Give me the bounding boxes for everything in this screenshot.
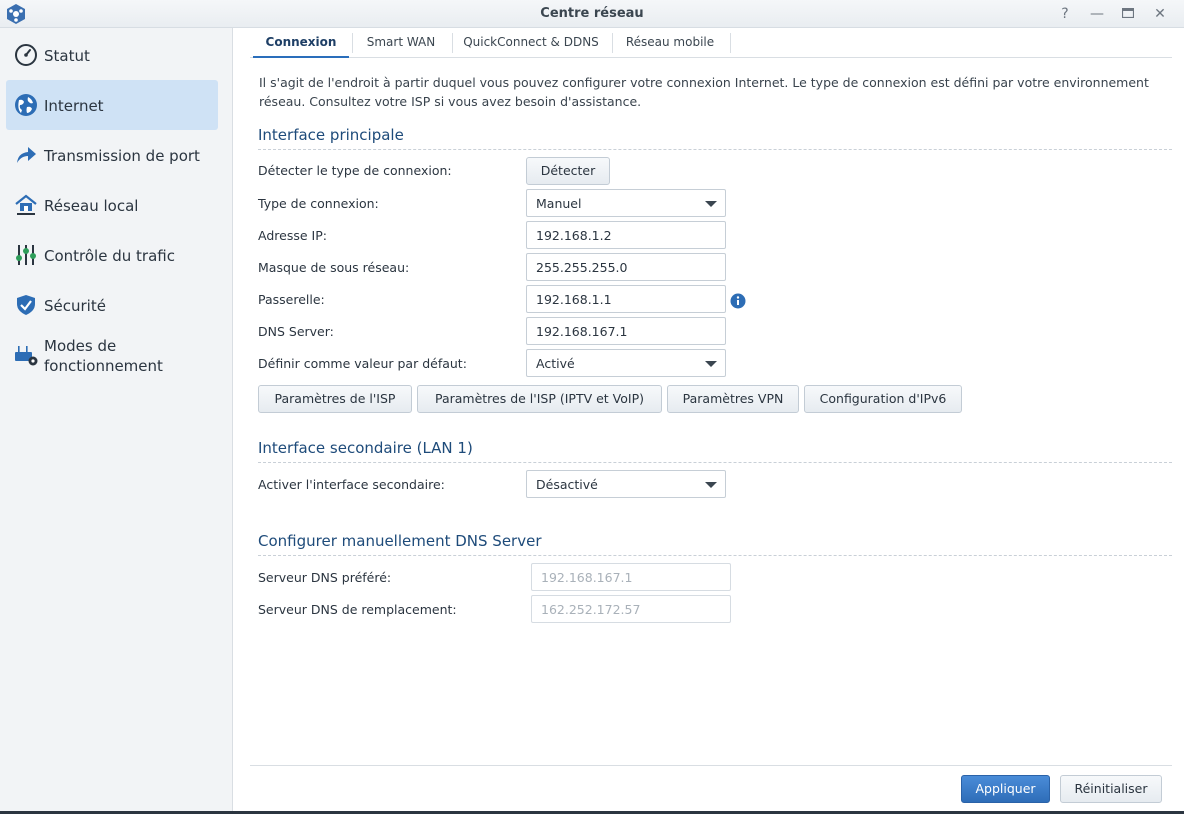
- sidebar-item-local-network[interactable]: Réseau local: [6, 180, 218, 230]
- section-title-primary: Interface principale: [258, 126, 1172, 150]
- default-route-select[interactable]: Activé: [526, 349, 726, 377]
- share-arrow-icon: [17, 147, 36, 163]
- alternate-dns-input: [531, 595, 731, 623]
- window-title: Centre réseau: [540, 6, 644, 21]
- default-route-value: Activé: [536, 356, 575, 371]
- sliders-icon: [16, 245, 36, 265]
- tab-bar: Connexion Smart WAN QuickConnect & DDNS …: [250, 28, 1172, 58]
- vpn-settings-button[interactable]: Paramètres VPN: [667, 385, 799, 413]
- sidebar: Statut Internet Transmission de port Rés…: [0, 28, 233, 811]
- sidebar-item-label: Statut: [44, 47, 90, 65]
- reset-button[interactable]: Réinitialiser: [1060, 775, 1162, 803]
- gauge-icon: [15, 44, 37, 66]
- connection-type-label: Type de connexion:: [258, 196, 379, 211]
- tab-connexion[interactable]: Connexion: [253, 28, 349, 58]
- preferred-dns-input: [531, 563, 731, 591]
- alternate-dns-label: Serveur DNS de remplacement:: [258, 602, 457, 617]
- subnet-mask-label: Masque de sous réseau:: [258, 260, 410, 275]
- ipv6-config-button[interactable]: Configuration d'IPv6: [804, 385, 962, 413]
- secondary-enable-label: Activer l'interface secondaire:: [258, 477, 445, 492]
- section-title-manual-dns: Configurer manuellement DNS Server: [258, 532, 1172, 556]
- ip-address-label: Adresse IP:: [258, 228, 327, 243]
- sidebar-item-port-forwarding[interactable]: Transmission de port: [6, 130, 218, 180]
- secondary-enable-select[interactable]: Désactivé: [526, 470, 726, 498]
- tab-quickconnect-ddns[interactable]: QuickConnect & DDNS: [453, 28, 609, 57]
- home-network-icon: [15, 194, 37, 215]
- sidebar-item-security[interactable]: Sécurité: [6, 280, 218, 330]
- close-icon[interactable]: ✕: [1150, 4, 1170, 24]
- sidebar-item-label: Transmission de port: [44, 147, 200, 165]
- dns-server-label: DNS Server:: [258, 324, 334, 339]
- sidebar-item-label: Modes de fonctionnement: [44, 337, 163, 375]
- tab-smart-wan[interactable]: Smart WAN: [353, 28, 449, 57]
- minimize-icon[interactable]: —: [1087, 4, 1107, 24]
- maximize-icon[interactable]: [1118, 4, 1138, 24]
- dns-server-input[interactable]: [526, 317, 726, 345]
- isp-settings-button[interactable]: Paramètres de l'ISP: [258, 385, 412, 413]
- sidebar-item-traffic-control[interactable]: Contrôle du trafic: [6, 230, 218, 280]
- preferred-dns-label: Serveur DNS préféré:: [258, 570, 392, 585]
- gateway-label: Passerelle:: [258, 292, 325, 307]
- connection-type-value: Manuel: [536, 196, 582, 211]
- chevron-down-icon: [705, 482, 717, 488]
- sidebar-item-label: Sécurité: [44, 297, 106, 315]
- chevron-down-icon: [705, 361, 717, 367]
- default-route-label: Définir comme valeur par défaut:: [258, 356, 467, 371]
- router-gear-icon: [15, 346, 38, 366]
- sidebar-item-statut[interactable]: Statut: [6, 30, 218, 80]
- globe-icon: [15, 94, 37, 116]
- sidebar-item-internet[interactable]: Internet: [6, 80, 218, 130]
- secondary-enable-value: Désactivé: [536, 477, 598, 492]
- sidebar-item-operation-modes[interactable]: Modes de fonctionnement: [6, 330, 218, 380]
- info-icon[interactable]: [730, 293, 746, 309]
- apply-button[interactable]: Appliquer: [961, 775, 1050, 803]
- ip-address-input[interactable]: [526, 221, 726, 249]
- detect-label: Détecter le type de connexion:: [258, 163, 452, 178]
- footer-divider: [250, 765, 1172, 766]
- gateway-input[interactable]: [526, 285, 726, 313]
- sidebar-item-label: Contrôle du trafic: [44, 247, 175, 265]
- title-bar: Centre réseau ? — ✕: [0, 0, 1184, 28]
- subnet-mask-input[interactable]: [526, 253, 726, 281]
- isp-iptv-voip-settings-button[interactable]: Paramètres de l'ISP (IPTV et VoIP): [417, 385, 662, 413]
- chevron-down-icon: [705, 201, 717, 207]
- tab-separator: [730, 33, 731, 53]
- detect-button[interactable]: Détecter: [526, 157, 610, 185]
- tab-mobile-network[interactable]: Réseau mobile: [613, 28, 727, 57]
- connection-type-select[interactable]: Manuel: [526, 189, 726, 217]
- sidebar-item-label: Internet: [44, 97, 104, 115]
- section-title-secondary: Interface secondaire (LAN 1): [258, 439, 1172, 463]
- shield-icon: [17, 295, 35, 315]
- sidebar-item-label: Réseau local: [44, 197, 139, 215]
- page-description: Il s'agit de l'endroit à partir duquel v…: [259, 75, 1149, 109]
- help-icon[interactable]: ?: [1055, 4, 1075, 24]
